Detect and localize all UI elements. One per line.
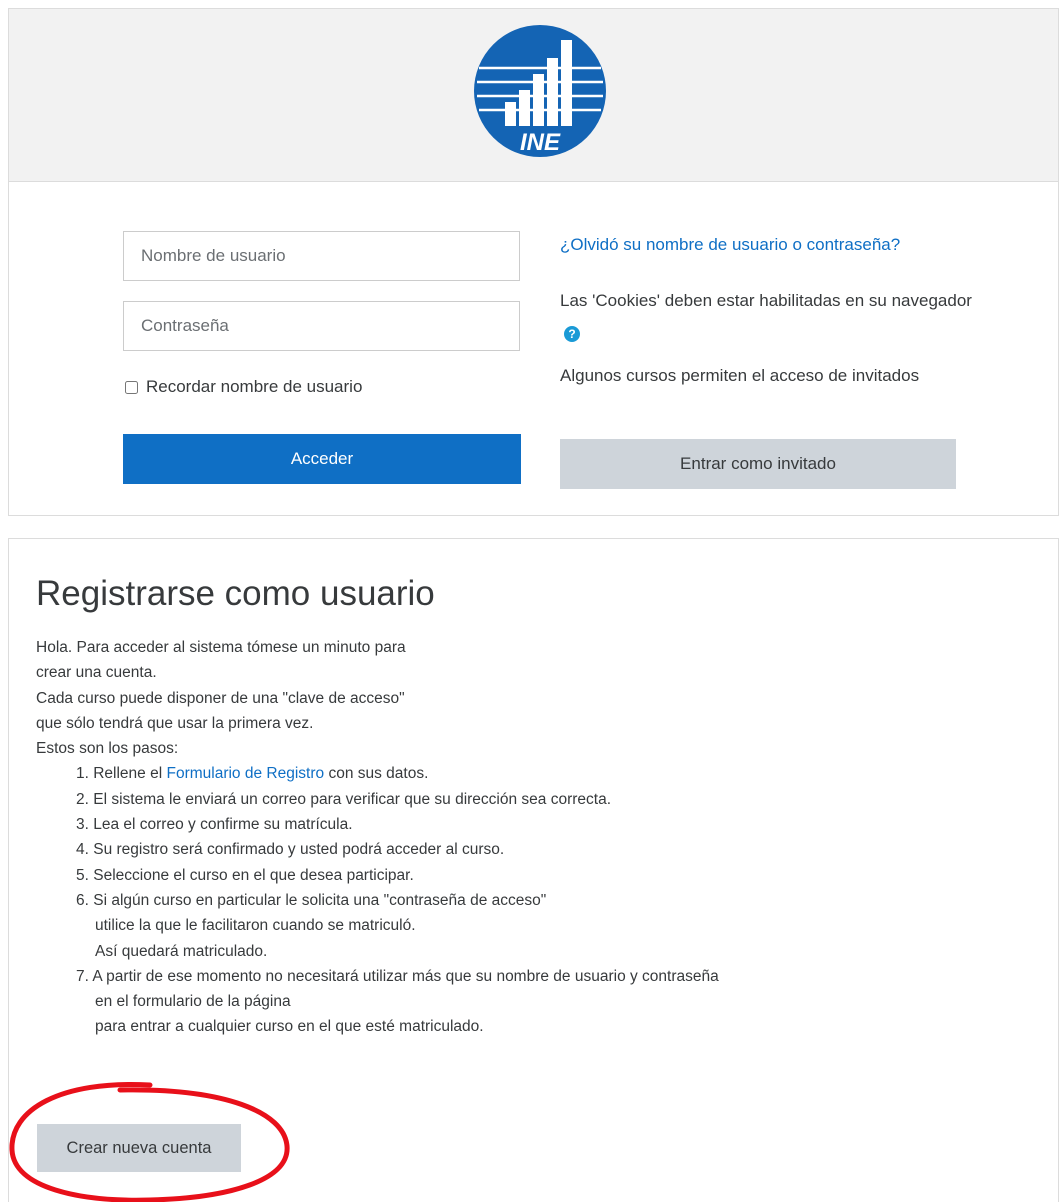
remember-username-row: Recordar nombre de usuario (123, 375, 362, 399)
signup-title: Registrarse como usuario (36, 574, 435, 613)
step-text: 7. A partir de ese momento no necesitará… (76, 967, 719, 985)
intro-line: que sólo tendrá que usar la primera vez. (36, 714, 314, 732)
step-item: 4. Su registro será confirmado y usted p… (76, 841, 505, 859)
step-item: 7. A partir de ese momento no necesitará… (76, 964, 1036, 1040)
step-item: 3. Lea el correo y confirme su matrícula… (76, 816, 353, 834)
cookies-notice: Las 'Cookies' deben estar habilitadas en… (560, 286, 980, 346)
cookies-notice-text: Las 'Cookies' deben estar habilitadas en… (560, 291, 972, 310)
login-button[interactable]: Acceder (123, 434, 521, 484)
intro-line: crear una cuenta. (36, 664, 157, 682)
username-input[interactable] (123, 231, 520, 281)
remember-username-checkbox[interactable] (125, 380, 138, 394)
intro-line: Hola. Para acceder al sistema tómese un … (36, 639, 406, 656)
forgot-credentials-link[interactable]: ¿Olvidó su nombre de usuario o contraseñ… (560, 235, 900, 255)
step-text: utilice la que le facilitaron cuando se … (95, 917, 416, 935)
step-item: 2. El sistema le enviará un correo para … (76, 790, 611, 808)
registration-form-link[interactable]: Formulario de Registro (166, 765, 324, 782)
step-text: en el formulario de la página (95, 993, 291, 1011)
login-header: INE (9, 9, 1058, 182)
steps-list: 1. Rellene el Formulario de Registro con… (36, 761, 1036, 1039)
guest-login-button[interactable]: Entrar como invitado (560, 439, 956, 489)
remember-username-label[interactable]: Recordar nombre de usuario (146, 377, 362, 397)
guest-access-info: Algunos cursos permiten el acceso de inv… (560, 366, 920, 385)
step-text: para entrar a cualquier curso en el que … (95, 1018, 484, 1036)
create-account-button[interactable]: Crear nueva cuenta (37, 1124, 241, 1172)
step-text: 6. Si algún curso en particular le solic… (76, 891, 547, 909)
logo-text: INE (520, 129, 561, 156)
help-icon[interactable]: ? (564, 326, 580, 342)
intro-line: Cada curso puede disponer de una "clave … (36, 689, 405, 707)
step-text: con sus datos. (324, 765, 429, 783)
signup-instructions: Hola. Para acceder al sistema tómese un … (36, 635, 1036, 1040)
step-item: 1. Rellene el Formulario de Registro con… (76, 761, 1036, 786)
login-card: INE Recordar nombre de usuario Acceder ¿… (8, 8, 1059, 516)
step-item: 5. Seleccione el curso en el que desea p… (76, 866, 414, 884)
step-text: Así quedará matriculado. (95, 942, 268, 960)
ine-logo-icon: INE (474, 25, 606, 157)
password-input[interactable] (123, 301, 520, 351)
step-text: 1. Rellene el (76, 765, 167, 783)
intro-line: Estos son los pasos: (36, 740, 179, 758)
step-item: 6. Si algún curso en particular le solic… (76, 888, 1036, 964)
signup-card: Registrarse como usuario Hola. Para acce… (8, 538, 1059, 1202)
